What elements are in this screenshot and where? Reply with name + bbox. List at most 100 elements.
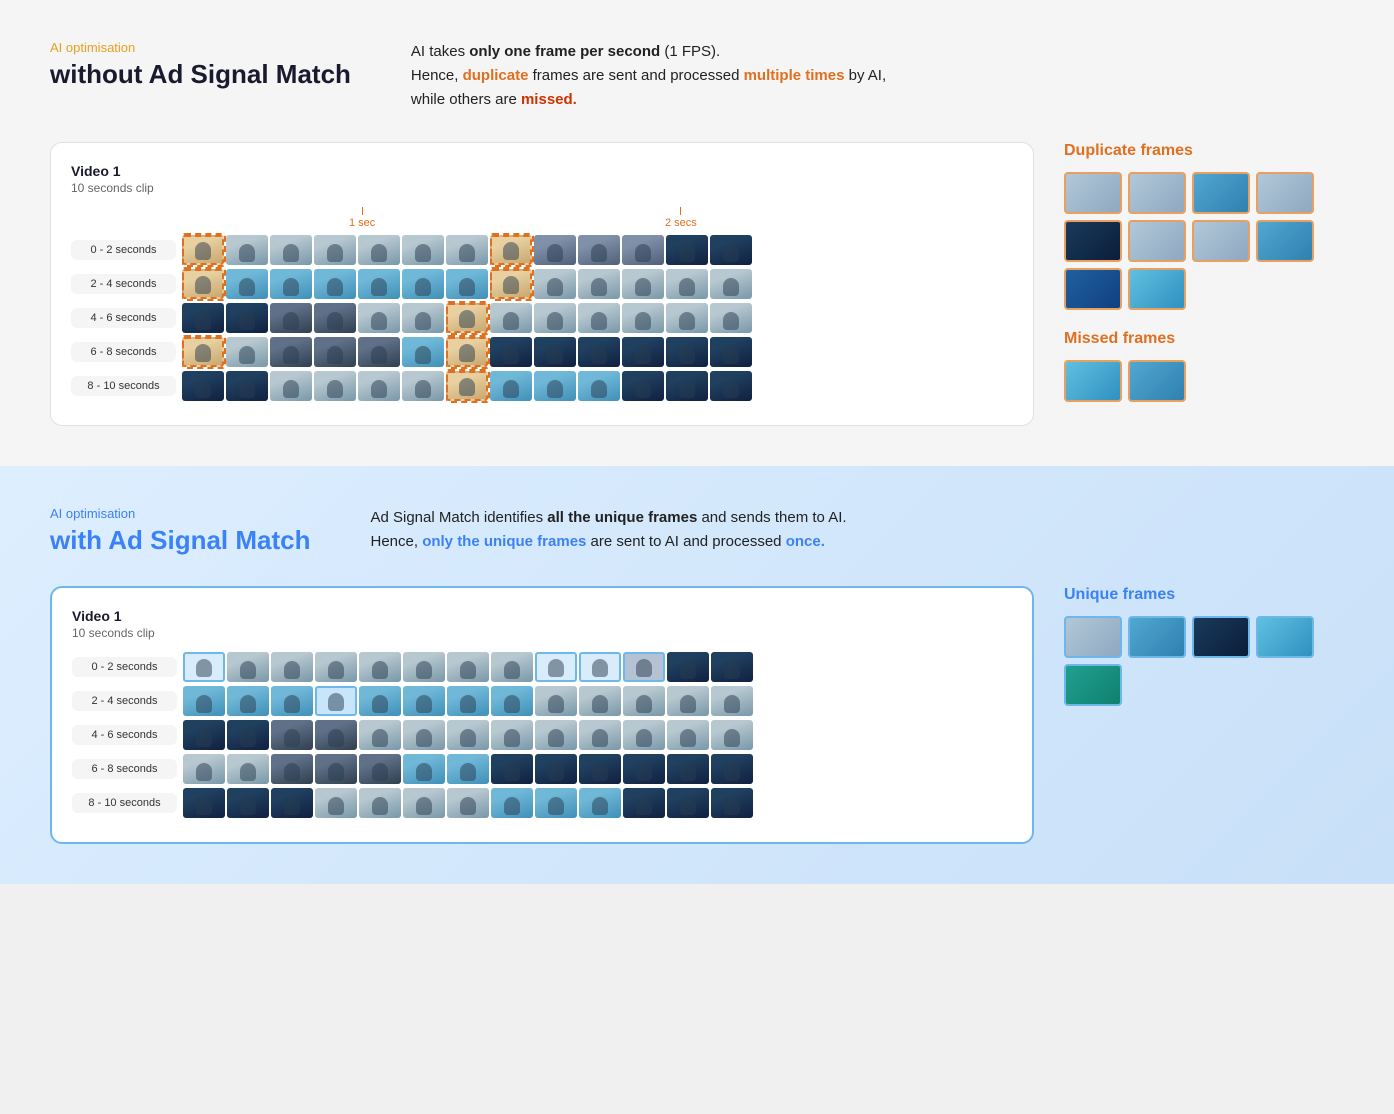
frame-cell (315, 686, 357, 716)
frame-cell (227, 652, 269, 682)
frame-cell (666, 235, 708, 265)
frame-cell (579, 686, 621, 716)
frame-cell (622, 371, 664, 401)
bottom-video-panel: Video 1 10 seconds clip 0 - 2 seconds (50, 586, 1034, 844)
frame-cell (226, 303, 268, 333)
frame-cell (271, 788, 313, 818)
frame-cell (358, 337, 400, 367)
frame-cell (226, 269, 268, 299)
frame-cell (579, 788, 621, 818)
bottom-row-label-0-2: 0 - 2 seconds (72, 657, 177, 677)
frame-cell (623, 754, 665, 784)
frame-cell (667, 686, 709, 716)
frame-cell (403, 686, 445, 716)
bottom-content: Video 1 10 seconds clip 0 - 2 seconds (50, 586, 1344, 844)
frame-cell (271, 754, 313, 784)
missed-thumbnails (1064, 360, 1344, 402)
thumb (1064, 172, 1122, 214)
bottom-desc-line2-part1: Hence, (370, 533, 422, 550)
frame-cell (711, 788, 753, 818)
frame-cell (711, 652, 753, 682)
top-title: without Ad Signal Match (50, 59, 351, 90)
bottom-video-sublabel: 10 seconds clip (72, 626, 1012, 640)
frame-cell (579, 754, 621, 784)
frame-cell (314, 269, 356, 299)
frames-6-8 (182, 337, 1013, 367)
frame-cell (535, 720, 577, 750)
frame-cell (446, 371, 488, 401)
frame-cell (623, 788, 665, 818)
frame-cell (490, 269, 532, 299)
frame-cell (270, 235, 312, 265)
frame-cell (358, 371, 400, 401)
frames-8-10 (182, 371, 1013, 401)
frame-cell (623, 652, 665, 682)
frame-cell (535, 754, 577, 784)
top-video-label: Video 1 (71, 163, 1013, 179)
bottom-desc-part2: and sends them to AI. (697, 509, 846, 526)
frame-cell (182, 371, 224, 401)
frame-cell (402, 371, 444, 401)
bottom-row-label-4-6: 4 - 6 seconds (72, 725, 177, 745)
frame-cell (666, 269, 708, 299)
frame-cell (666, 303, 708, 333)
frame-cell (314, 235, 356, 265)
frame-cell (227, 686, 269, 716)
duplicate-thumbnails (1064, 172, 1344, 310)
bottom-video-label: Video 1 (72, 608, 1012, 624)
row-label-8-10: 8 - 10 seconds (71, 376, 176, 396)
bottom-desc-unique: only the unique frames (422, 533, 586, 550)
frames-4-6 (182, 303, 1013, 333)
frame-cell (490, 371, 532, 401)
frame-cell (710, 269, 752, 299)
frame-cell (578, 337, 620, 367)
bottom-frames-0-2 (183, 652, 1012, 682)
unique-frames-title: Unique frames (1064, 586, 1344, 604)
frame-cell (270, 303, 312, 333)
top-description: AI takes only one frame per second (1 FP… (411, 40, 886, 112)
bottom-row-label-2-4: 2 - 4 seconds (72, 691, 177, 711)
frame-cell (402, 303, 444, 333)
frame-cell (534, 337, 576, 367)
frame-cell (403, 754, 445, 784)
frame-cell (667, 652, 709, 682)
frame-cell (226, 235, 268, 265)
frame-cell (579, 652, 621, 682)
thumb (1192, 616, 1250, 658)
bottom-row-8-10: 8 - 10 seconds (72, 788, 1012, 818)
desc-missed: missed. (521, 91, 577, 108)
frame-cell (711, 686, 753, 716)
frame-cell (358, 269, 400, 299)
row-8-10: 8 - 10 seconds (71, 371, 1013, 401)
row-label-4-6: 4 - 6 seconds (71, 308, 176, 328)
frame-cell (359, 652, 401, 682)
frame-cell (579, 720, 621, 750)
frame-cell (227, 720, 269, 750)
frame-cell (710, 303, 752, 333)
frame-cell (403, 788, 445, 818)
frame-cell (270, 269, 312, 299)
frame-cell (359, 720, 401, 750)
frame-cell (622, 337, 664, 367)
frame-cell (447, 788, 489, 818)
thumb (1128, 616, 1186, 658)
bottom-row-0-2: 0 - 2 seconds (72, 652, 1012, 682)
thumb (1064, 616, 1122, 658)
thumb (1256, 616, 1314, 658)
row-2-4: 2 - 4 seconds (71, 269, 1013, 299)
frame-cell (315, 652, 357, 682)
frame-cell (226, 337, 268, 367)
desc-line2-part3: by AI, (844, 67, 886, 84)
frame-cell (183, 686, 225, 716)
frame-cell (490, 235, 532, 265)
frame-cell (359, 754, 401, 784)
frame-cell (359, 686, 401, 716)
bottom-row-2-4: 2 - 4 seconds (72, 686, 1012, 716)
thumb (1128, 268, 1186, 310)
top-content: Video 1 10 seconds clip 1 sec 2 secs 0 -… (50, 142, 1344, 426)
frame-cell (183, 652, 225, 682)
desc-bold: only one frame per second (469, 43, 660, 60)
row-6-8: 6 - 8 seconds (71, 337, 1013, 367)
frame-cell (710, 337, 752, 367)
thumb (1064, 360, 1122, 402)
